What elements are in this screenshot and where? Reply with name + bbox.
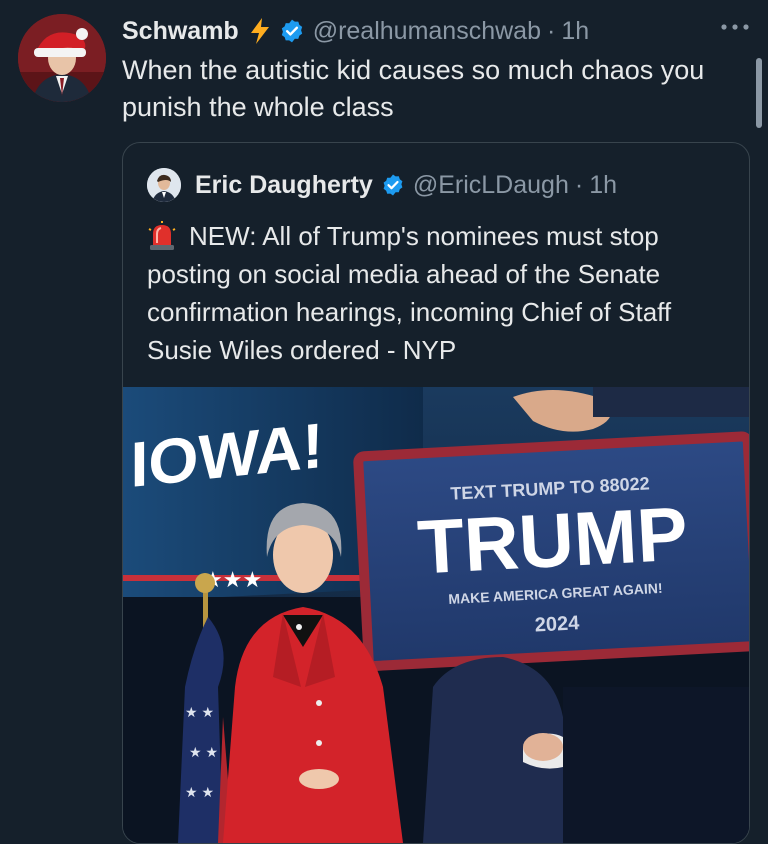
quoted-display-name[interactable]: Eric Daugherty <box>195 171 373 200</box>
more-icon[interactable] <box>720 22 750 32</box>
tweet-text: When the autistic kid causes so much cha… <box>122 55 705 122</box>
handle[interactable]: @realhumanschwab <box>313 17 541 46</box>
scrollbar[interactable] <box>756 58 762 128</box>
verified-badge-icon[interactable] <box>381 173 405 197</box>
avatar[interactable] <box>18 14 106 102</box>
sign-year-text: 2024 <box>534 612 580 636</box>
tweet-header: Schwamb @realhumanschwab · 1h <box>122 14 748 48</box>
verified-badge-icon[interactable] <box>279 18 305 44</box>
svg-text:★ ★: ★ ★ <box>189 744 218 760</box>
quoted-timestamp[interactable]: 1h <box>589 171 617 200</box>
separator-dot: · <box>546 16 556 45</box>
display-name[interactable]: Schwamb <box>122 17 239 46</box>
quoted-avatar[interactable] <box>147 168 181 202</box>
sign-main-text: TRUMP <box>416 491 690 590</box>
quoted-tweet[interactable]: Eric Daugherty @EricLDaugh · 1h NEW: All… <box>122 142 750 844</box>
tweet-photo[interactable]: IOWA! ★★★ ★ ★ ★ ★ ★ ★ TEXT TRUMP TO 8802… <box>123 387 749 843</box>
lightning-icon <box>250 18 269 44</box>
siren-emoji-icon <box>148 221 176 250</box>
quoted-text-body: NEW: All of Trump's nominees must stop p… <box>147 221 672 365</box>
quoted-tweet-text: NEW: All of Trump's nominees must stop p… <box>147 217 737 369</box>
separator-dot: · <box>574 170 584 199</box>
quoted-handle[interactable]: @EricLDaugh <box>413 171 569 200</box>
svg-text:★ ★: ★ ★ <box>185 784 214 800</box>
svg-text:★ ★: ★ ★ <box>185 704 214 720</box>
quoted-tweet-header: Eric Daugherty @EricLDaugh · 1h <box>147 165 735 205</box>
timestamp[interactable]: 1h <box>561 17 589 46</box>
